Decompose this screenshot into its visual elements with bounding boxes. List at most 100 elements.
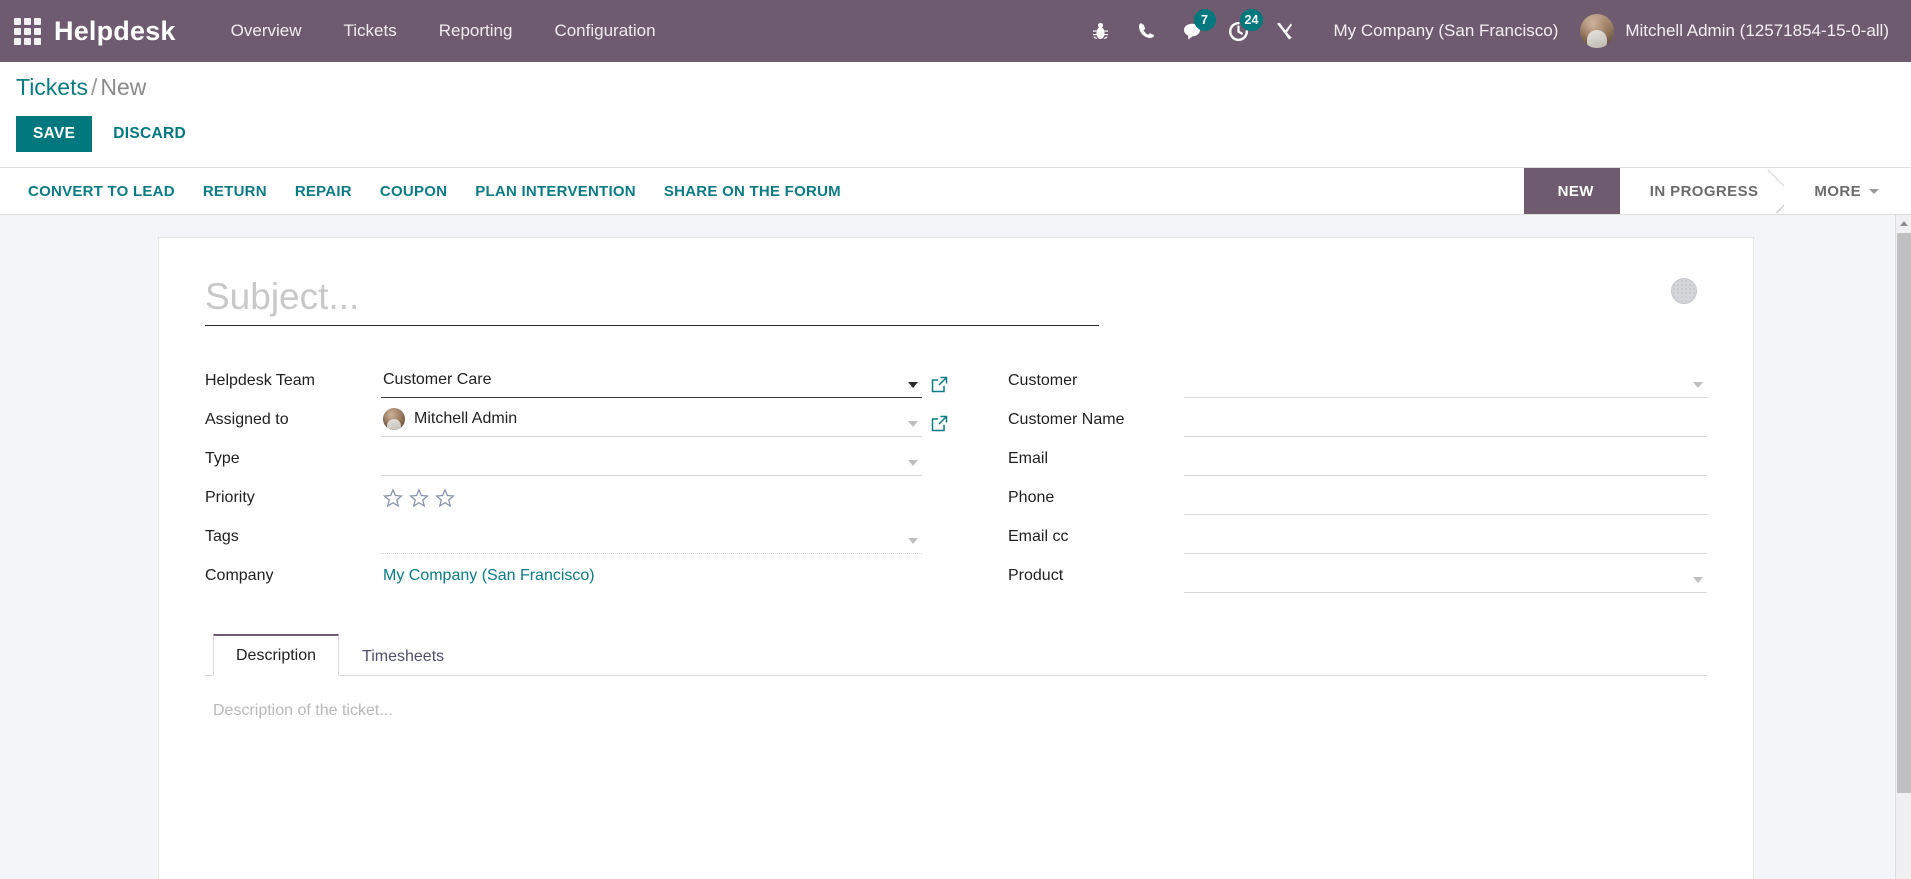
user-menu[interactable]: Mitchell Admin (12571854-15-0-all)	[1576, 14, 1903, 48]
messages-icon[interactable]: 7	[1170, 0, 1216, 62]
field-tags-input[interactable]	[381, 523, 922, 554]
field-tags: Tags	[205, 516, 956, 554]
field-email-cc-input[interactable]	[1184, 523, 1707, 554]
coupon-button[interactable]: COUPON	[366, 168, 461, 214]
field-type: Type	[205, 438, 956, 476]
messages-badge: 7	[1193, 9, 1216, 31]
stage-in-progress-label: IN PROGRESS	[1649, 182, 1759, 200]
chevron-down-icon	[1869, 188, 1879, 194]
field-customer-name-input[interactable]	[1184, 406, 1707, 437]
breadcrumb-current: New	[100, 74, 147, 100]
discard-button[interactable]: DISCARD	[96, 116, 203, 152]
title-row	[205, 260, 1707, 326]
field-helpdesk-team-value: Customer Care	[383, 371, 492, 388]
phone-icon[interactable]	[1124, 0, 1170, 62]
tools-icon[interactable]	[1262, 0, 1308, 62]
navbar-right-cluster: 7 24 My Company (San Francisco) Mitchell…	[1078, 0, 1911, 62]
field-email-label: Email	[1008, 450, 1049, 467]
field-phone-input[interactable]	[1184, 484, 1707, 515]
open-assigned-to-icon[interactable]	[922, 415, 956, 437]
menu-item-tickets[interactable]: Tickets	[323, 0, 418, 62]
scrollbar-thumb[interactable]	[1897, 233, 1911, 793]
star-icon-1[interactable]	[383, 487, 403, 508]
notebook-tabs: Description Timesheets	[205, 634, 1707, 676]
menu-item-reporting[interactable]: Reporting	[418, 0, 534, 62]
field-helpdesk-team-input[interactable]: Customer Care	[381, 367, 922, 398]
breadcrumb: Tickets / New	[16, 76, 1911, 99]
chevron-down-icon	[1693, 577, 1703, 583]
apps-grid-icon[interactable]	[0, 0, 54, 62]
field-phone-label: Phone	[1008, 489, 1055, 506]
field-tags-label: Tags	[205, 528, 239, 545]
open-helpdesk-team-icon[interactable]	[922, 376, 956, 398]
action-statusbar: CONVERT TO LEAD RETURN REPAIR COUPON PLA…	[0, 167, 1911, 215]
description-placeholder: Description of the ticket...	[213, 702, 393, 719]
field-customer: Customer	[1008, 360, 1707, 398]
stage-new-label: NEW	[1557, 182, 1594, 200]
stage-more-label: MORE	[1814, 182, 1861, 200]
field-helpdesk-team-label: Helpdesk Team	[205, 372, 315, 389]
priority-stars[interactable]	[383, 487, 455, 508]
ticket-avatar-placeholder-icon	[1671, 278, 1697, 304]
plan-intervention-button[interactable]: PLAN INTERVENTION	[461, 168, 650, 214]
field-email-cc: Email cc	[1008, 516, 1707, 554]
return-button[interactable]: RETURN	[189, 168, 281, 214]
menu-item-overview[interactable]: Overview	[210, 0, 323, 62]
field-product: Product	[1008, 555, 1707, 593]
save-button[interactable]: SAVE	[16, 116, 93, 152]
field-type-label: Type	[205, 450, 240, 467]
field-priority-input[interactable]	[381, 484, 922, 515]
stage-statusbar: NEW IN PROGRESS MORE	[1523, 168, 1911, 214]
vertical-scrollbar[interactable]	[1895, 215, 1911, 879]
stage-new[interactable]: NEW	[1523, 168, 1644, 214]
field-email: Email	[1008, 438, 1707, 476]
field-company-label: Company	[205, 567, 274, 584]
menu-item-configuration[interactable]: Configuration	[533, 0, 676, 62]
field-product-label: Product	[1008, 567, 1064, 584]
notebook-page-description[interactable]: Description of the ticket...	[205, 676, 1707, 720]
scroll-up-arrow-icon[interactable]	[1896, 215, 1911, 231]
chevron-down-icon	[908, 421, 918, 427]
sheet-wrapper: Helpdesk Team Customer Care	[0, 215, 1911, 879]
activities-clock-icon[interactable]: 24	[1216, 0, 1264, 62]
star-icon-2[interactable]	[409, 487, 429, 508]
stage-more[interactable]: MORE	[1784, 168, 1905, 214]
field-helpdesk-team: Helpdesk Team Customer Care	[205, 360, 956, 398]
activities-badge: 24	[1239, 9, 1264, 31]
field-company-value[interactable]: My Company (San Francisco)	[383, 567, 595, 585]
subject-input[interactable]	[205, 274, 1099, 326]
breadcrumb-row: Tickets / New	[0, 62, 1911, 109]
bug-icon[interactable]	[1078, 0, 1124, 62]
company-switcher[interactable]: My Company (San Francisco)	[1308, 21, 1577, 41]
assigned-to-avatar	[383, 408, 405, 430]
breadcrumb-tickets[interactable]: Tickets	[16, 74, 88, 100]
chevron-down-icon	[1693, 382, 1703, 388]
field-company-input[interactable]: My Company (San Francisco)	[381, 562, 922, 593]
field-email-input[interactable]	[1184, 445, 1707, 476]
form-columns: Helpdesk Team Customer Care Assigned to …	[205, 360, 1707, 594]
tab-description[interactable]: Description	[213, 634, 340, 676]
repair-button[interactable]: REPAIR	[281, 168, 366, 214]
stage-in-progress[interactable]: IN PROGRESS	[1619, 168, 1785, 214]
field-email-cc-label: Email cc	[1008, 528, 1069, 545]
field-product-input[interactable]	[1184, 562, 1707, 593]
form-column-right: Customer Customer Name Email Phone Email…	[956, 360, 1707, 594]
field-assigned-to-input[interactable]: Mitchell Admin	[381, 406, 922, 437]
field-type-input[interactable]	[381, 445, 922, 476]
field-priority-label: Priority	[205, 489, 255, 506]
field-assigned-to: Assigned to Mitchell Admin	[205, 399, 956, 437]
avatar	[1580, 14, 1615, 48]
field-customer-input[interactable]	[1184, 367, 1707, 398]
apps-grid-glyph	[13, 17, 41, 45]
convert-to-lead-button[interactable]: CONVERT TO LEAD	[14, 168, 189, 214]
chevron-down-icon	[908, 460, 918, 466]
share-on-the-forum-button[interactable]: SHARE ON THE FORUM	[650, 168, 855, 214]
field-customer-name-label: Customer Name	[1008, 411, 1125, 428]
field-assigned-to-value: Mitchell Admin	[414, 410, 518, 427]
tab-timesheets[interactable]: Timesheets	[339, 636, 467, 676]
star-icon-3[interactable]	[435, 487, 455, 508]
